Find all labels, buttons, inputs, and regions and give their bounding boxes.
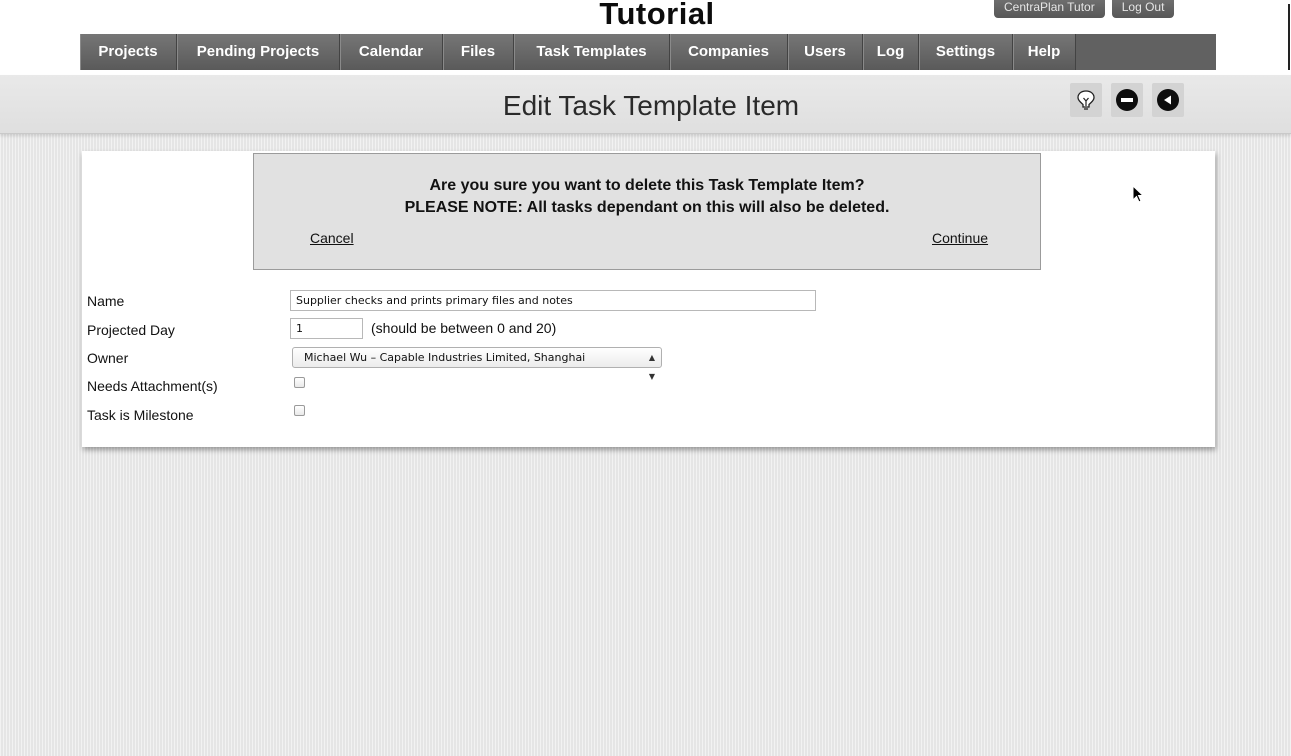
projected-day-label: Projected Day bbox=[87, 322, 175, 338]
select-updown-icon: ▲ ▼ bbox=[648, 353, 655, 381]
milestone-label: Task is Milestone bbox=[87, 407, 194, 423]
owner-select[interactable]: Michael Wu – Capable Industries Limited,… bbox=[292, 347, 662, 381]
continue-link[interactable]: Continue bbox=[932, 230, 988, 246]
projected-day-hint: (should be between 0 and 20) bbox=[371, 320, 557, 336]
minus-circle-icon-glyph bbox=[1116, 89, 1138, 111]
cancel-link[interactable]: Cancel bbox=[310, 230, 354, 246]
edit-form-panel: Are you sure you want to delete this Tas… bbox=[82, 151, 1215, 447]
minus-circle-icon[interactable] bbox=[1111, 83, 1143, 117]
milestone-checkbox[interactable] bbox=[294, 405, 305, 416]
logout-button[interactable]: Log Out bbox=[1111, 0, 1175, 18]
nav-item-help[interactable]: Help bbox=[1013, 34, 1076, 70]
nav-item-companies[interactable]: Companies bbox=[670, 34, 788, 70]
owner-label: Owner bbox=[87, 350, 129, 366]
projected-day-input[interactable] bbox=[290, 318, 363, 339]
owner-selected-value: Michael Wu – Capable Industries Limited,… bbox=[304, 351, 586, 364]
name-input[interactable] bbox=[290, 290, 816, 311]
nav-item-users[interactable]: Users bbox=[788, 34, 863, 70]
main-nav: Projects Pending Projects Calendar Files… bbox=[80, 34, 1216, 70]
delete-confirmation-box: Are you sure you want to delete this Tas… bbox=[253, 153, 1041, 270]
nav-item-calendar[interactable]: Calendar bbox=[340, 34, 443, 70]
nav-item-files[interactable]: Files bbox=[443, 34, 514, 70]
lightbulb-icon-glyph bbox=[1077, 90, 1095, 110]
nav-item-log[interactable]: Log bbox=[863, 34, 919, 70]
back-circle-icon[interactable] bbox=[1152, 83, 1184, 117]
mouse-cursor-icon bbox=[1132, 185, 1144, 203]
confirm-question: Are you sure you want to delete this Tas… bbox=[429, 177, 865, 194]
needs-attachments-checkbox[interactable] bbox=[294, 377, 305, 388]
nav-item-settings[interactable]: Settings bbox=[919, 34, 1013, 70]
nav-item-pending-projects[interactable]: Pending Projects bbox=[177, 34, 340, 70]
user-account-button[interactable]: CentraPlan Tutor bbox=[994, 0, 1105, 18]
page-header: Edit Task Template Item bbox=[0, 75, 1291, 134]
nav-item-task-templates[interactable]: Task Templates bbox=[514, 34, 670, 70]
name-label: Name bbox=[87, 293, 125, 309]
confirm-note: PLEASE NOTE: All tasks dependant on this… bbox=[404, 199, 890, 216]
account-buttons: CentraPlan Tutor Log Out bbox=[994, 0, 1175, 18]
needs-attachments-label: Needs Attachment(s) bbox=[87, 378, 218, 394]
lightbulb-icon[interactable] bbox=[1070, 83, 1102, 117]
back-circle-icon-glyph bbox=[1157, 89, 1179, 111]
nav-item-projects[interactable]: Projects bbox=[80, 34, 177, 70]
